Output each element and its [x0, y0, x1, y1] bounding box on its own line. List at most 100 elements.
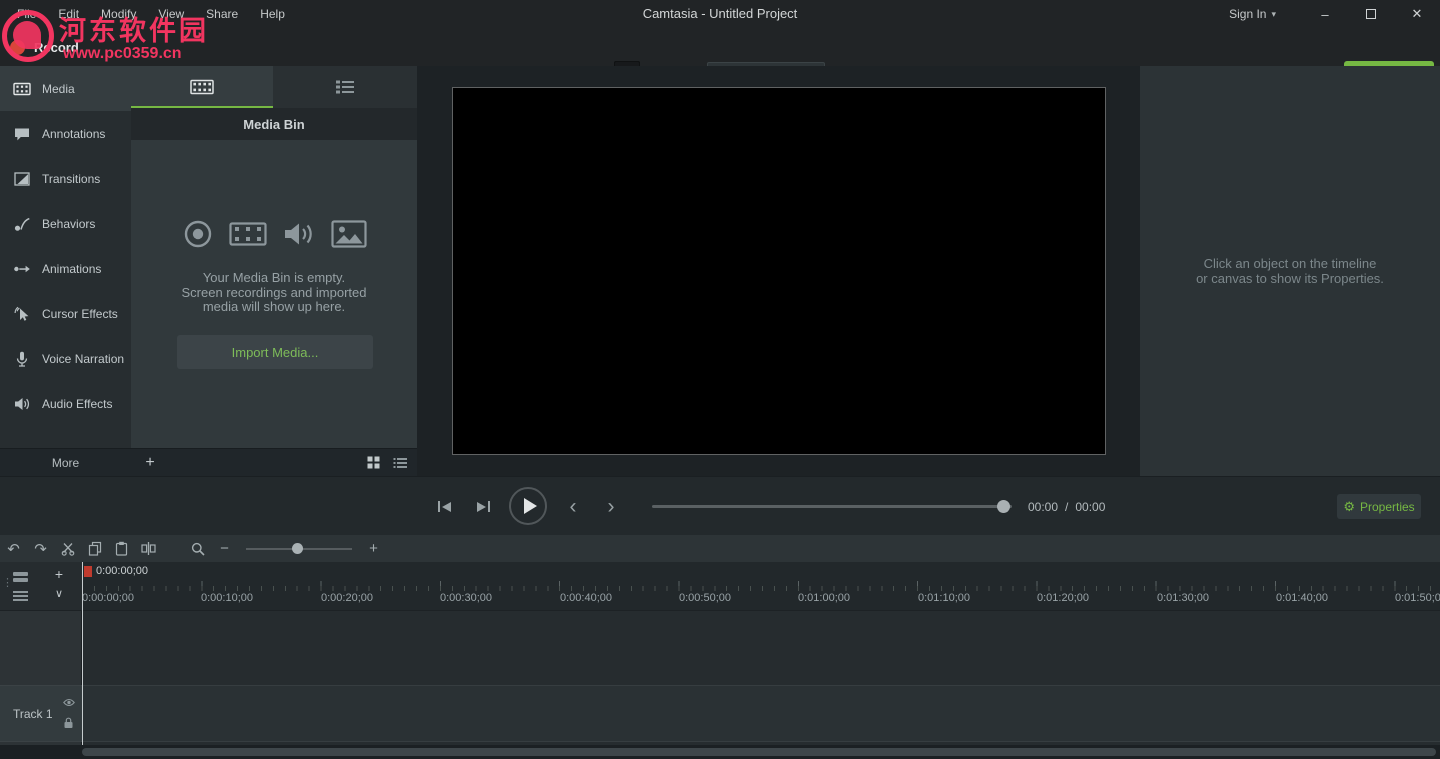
lock-icon[interactable] — [63, 717, 74, 729]
maximize-button[interactable] — [1348, 0, 1394, 28]
import-media-button[interactable]: Import Media... — [177, 335, 373, 369]
record-button[interactable]: Record — [10, 34, 79, 60]
magnifier-icon — [191, 542, 205, 556]
sidebar-item-label: Animations — [42, 262, 101, 276]
sidebar-item-voice-narration[interactable]: Voice Narration — [0, 336, 131, 381]
sidebar-item-animations[interactable]: Animations — [0, 246, 131, 291]
split-icon — [141, 541, 156, 556]
grid-view-icon[interactable] — [367, 456, 380, 469]
split-button[interactable] — [135, 535, 162, 562]
cursor-effects-icon — [13, 305, 31, 323]
menu-help[interactable]: Help — [249, 0, 296, 28]
empty-line-2: Screen recordings and imported — [131, 286, 417, 301]
timeline-tracks[interactable]: Track 1 — [0, 610, 1440, 745]
menu-view[interactable]: View — [147, 0, 195, 28]
record-icon — [10, 40, 25, 55]
list-tab-icon — [335, 79, 355, 95]
more-label: More — [52, 456, 79, 470]
canvas-area — [417, 66, 1140, 476]
sidebar-more-button[interactable]: More — [0, 448, 131, 476]
plus-icon: + — [369, 540, 378, 557]
timeline-scrollbar[interactable] — [0, 745, 1440, 759]
list-view-icon[interactable] — [393, 457, 407, 469]
zoom-tool-button[interactable] — [184, 535, 211, 562]
preview-canvas[interactable] — [452, 87, 1106, 455]
sidebar-item-label: Voice Narration — [42, 352, 124, 366]
close-button[interactable]: ✕ — [1394, 0, 1440, 28]
sign-in-button[interactable]: Sign In ▾ — [1229, 7, 1276, 21]
track-row: Track 1 — [0, 685, 1440, 742]
tools-sidebar: Media Annotations Transitions Behaviors … — [0, 66, 131, 448]
timeline-scrollbar-thumb[interactable] — [82, 748, 1436, 756]
playhead-marker[interactable] — [84, 566, 92, 577]
zoom-in-button[interactable]: + — [360, 535, 387, 562]
tab-media-bin[interactable] — [131, 66, 273, 108]
titlebar-right: Sign In ▾ – ✕ — [1229, 0, 1440, 28]
sidebar-item-label: Media — [42, 82, 75, 96]
track-1-lane[interactable] — [82, 685, 1440, 742]
play-button[interactable] — [509, 487, 547, 525]
previous-frame-button[interactable] — [430, 477, 458, 536]
minimize-icon: – — [1321, 7, 1328, 22]
plus-icon: + — [55, 566, 63, 582]
sidebar-item-transitions[interactable]: Transitions — [0, 156, 131, 201]
sidebar-item-annotations[interactable]: Annotations — [0, 111, 131, 156]
add-media-button[interactable]: + — [138, 449, 162, 476]
menu-edit[interactable]: Edit — [47, 0, 90, 28]
seek-slider[interactable] — [652, 505, 1012, 508]
empty-line-1: Your Media Bin is empty. — [131, 271, 417, 286]
add-track-button[interactable]: + — [50, 565, 68, 582]
zoom-out-button[interactable]: − — [211, 535, 238, 562]
seek-handle[interactable] — [997, 500, 1010, 513]
ruler-label: 0:00:10;00 — [201, 592, 253, 604]
maximize-icon — [1366, 9, 1376, 19]
annotations-icon — [13, 125, 31, 143]
tab-library[interactable] — [273, 66, 417, 108]
eye-icon[interactable] — [63, 698, 75, 707]
chevron-left-icon: ‹ — [570, 477, 577, 536]
scissors-icon — [61, 542, 75, 556]
media-bin-title: Media Bin — [243, 117, 304, 132]
minimize-button[interactable]: – — [1302, 0, 1348, 28]
properties-button[interactable]: ⚙ Properties — [1337, 494, 1421, 519]
speaker-icon — [13, 395, 31, 413]
properties-button-label: Properties — [1360, 500, 1415, 514]
track-options-button[interactable]: ∨ — [50, 585, 68, 602]
timeline-toolbar: ↶ ↷ − + — [0, 535, 1440, 562]
media-icon — [13, 80, 31, 98]
ruler-label: 0:01:00;00 — [798, 592, 850, 604]
menu-share[interactable]: Share — [195, 0, 249, 28]
sidebar-item-label: Cursor Effects — [42, 307, 118, 321]
image-icon — [331, 220, 367, 248]
timeline-zoom-group: − + — [184, 535, 387, 562]
sidebar-item-media[interactable]: Media — [0, 66, 131, 111]
sidebar-item-cursor-effects[interactable]: Cursor Effects — [0, 291, 131, 336]
properties-hint-line-1: Click an object on the timeline — [1140, 256, 1440, 271]
copy-button[interactable] — [81, 535, 108, 562]
track-height-large-icon[interactable] — [12, 571, 29, 583]
filmstrip-icon — [229, 219, 267, 249]
menu-file[interactable]: File — [6, 0, 47, 28]
chevron-right-icon: › — [608, 477, 615, 536]
redo-button[interactable]: ↷ — [27, 535, 54, 562]
next-clip-button[interactable]: › — [597, 477, 625, 536]
timeline-zoom-handle[interactable] — [292, 543, 303, 554]
timeline-ruler[interactable]: 0:00:00;00 0:00:10;00 0:00:20;00 0:00:30… — [0, 562, 1440, 610]
sidebar-item-label: Transitions — [42, 172, 100, 186]
timeline-zoom-slider[interactable] — [246, 548, 352, 550]
sidebar-item-behaviors[interactable]: Behaviors — [0, 201, 131, 246]
previous-frame-icon-triangle — [442, 502, 451, 512]
cut-button[interactable] — [54, 535, 81, 562]
undo-button[interactable]: ↶ — [0, 535, 27, 562]
track-1-header[interactable]: Track 1 — [0, 685, 82, 742]
next-frame-button[interactable] — [469, 477, 497, 536]
track-height-small-icon[interactable] — [12, 590, 29, 602]
paste-button[interactable] — [108, 535, 135, 562]
menu-modify[interactable]: Modify — [90, 0, 147, 28]
ruler-label: 0:01:40;00 — [1276, 592, 1328, 604]
previous-clip-button[interactable]: ‹ — [559, 477, 587, 536]
playhead-line[interactable] — [82, 562, 83, 745]
sidebar-item-audio-effects[interactable]: Audio Effects — [0, 381, 131, 426]
time-display: 00:00 / 00:00 — [1028, 477, 1105, 536]
playback-controls: ‹ › 00:00 / 00:00 ⚙ Properties — [0, 476, 1440, 535]
